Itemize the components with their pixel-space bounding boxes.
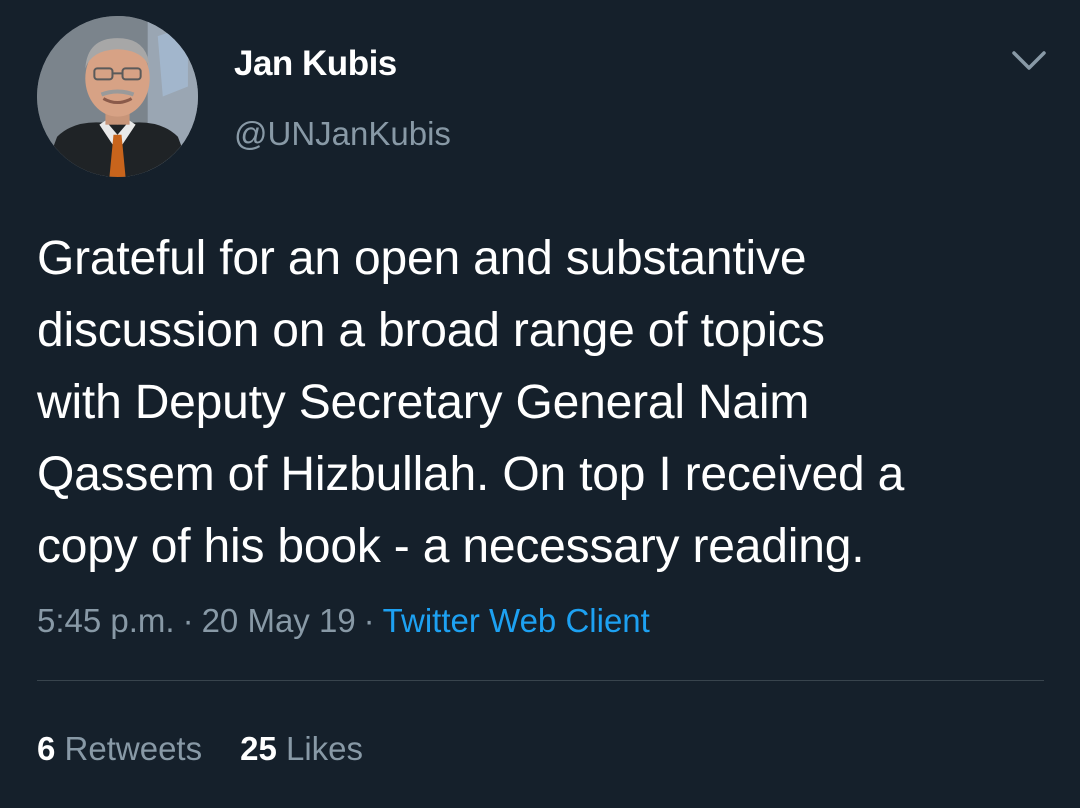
user-handle[interactable]: @UNJanKubis — [234, 112, 451, 156]
tweet-text: Grateful for an open and substantive dis… — [37, 232, 905, 573]
tweet-meta: 5:45 p.m. · 20 May 19 · Twitter Web Client — [37, 597, 650, 645]
tweet-time[interactable]: 5:45 p.m. — [37, 602, 175, 639]
retweets-stat[interactable]: 6 Retweets — [37, 730, 202, 767]
tweet-stats: 6 Retweets 25 Likes — [37, 725, 363, 773]
meta-separator: · — [182, 602, 194, 639]
retweets-count: 6 — [37, 730, 56, 767]
retweets-label: Retweets — [64, 730, 203, 767]
likes-label: Likes — [285, 730, 364, 767]
display-name[interactable]: Jan Kubis — [234, 42, 397, 86]
meta-separator: · — [363, 602, 375, 639]
tweet-source-link[interactable]: Twitter Web Client — [383, 602, 650, 639]
likes-stat[interactable]: 25 Likes — [240, 730, 363, 767]
chevron-down-icon[interactable] — [1010, 48, 1048, 74]
divider — [37, 680, 1044, 681]
profile-photo — [37, 16, 198, 177]
tweet-date[interactable]: 20 May 19 — [202, 602, 356, 639]
likes-count: 25 — [240, 730, 277, 767]
avatar[interactable] — [37, 16, 198, 177]
